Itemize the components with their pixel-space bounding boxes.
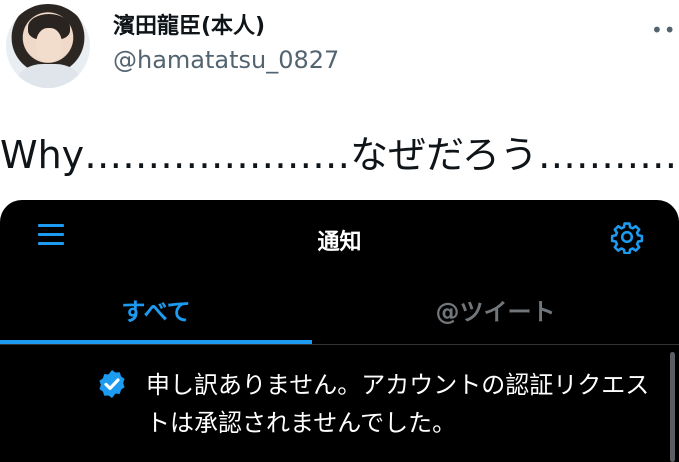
embedded-screenshot[interactable]: 通知 すべて @ツイート 申し訳ありません。アカウントの認証リクエストは承認され… [0,200,679,462]
avatar-shirt [18,64,80,88]
avatar-face [36,28,62,62]
divider [0,344,679,345]
verified-badge-icon [99,370,125,398]
user-handle[interactable]: @hamatatsu_0827 [113,46,339,74]
display-name[interactable]: 濱田龍臣(本人) [113,8,265,40]
tweet-text: Why…………………なぜだろう………… [0,133,679,177]
avatar[interactable] [6,4,90,88]
tab-all[interactable]: すべて [0,292,312,327]
gear-icon[interactable] [610,220,644,254]
tab-mentions[interactable]: @ツイート [312,292,679,327]
header-title: 通知 [317,230,362,255]
more-options-icon[interactable]: ••• [651,18,679,42]
notification-text: 申し訳ありません。アカウントの認証リクエストは承認されませんでした。 [146,371,650,437]
scrollbar[interactable] [670,352,675,462]
